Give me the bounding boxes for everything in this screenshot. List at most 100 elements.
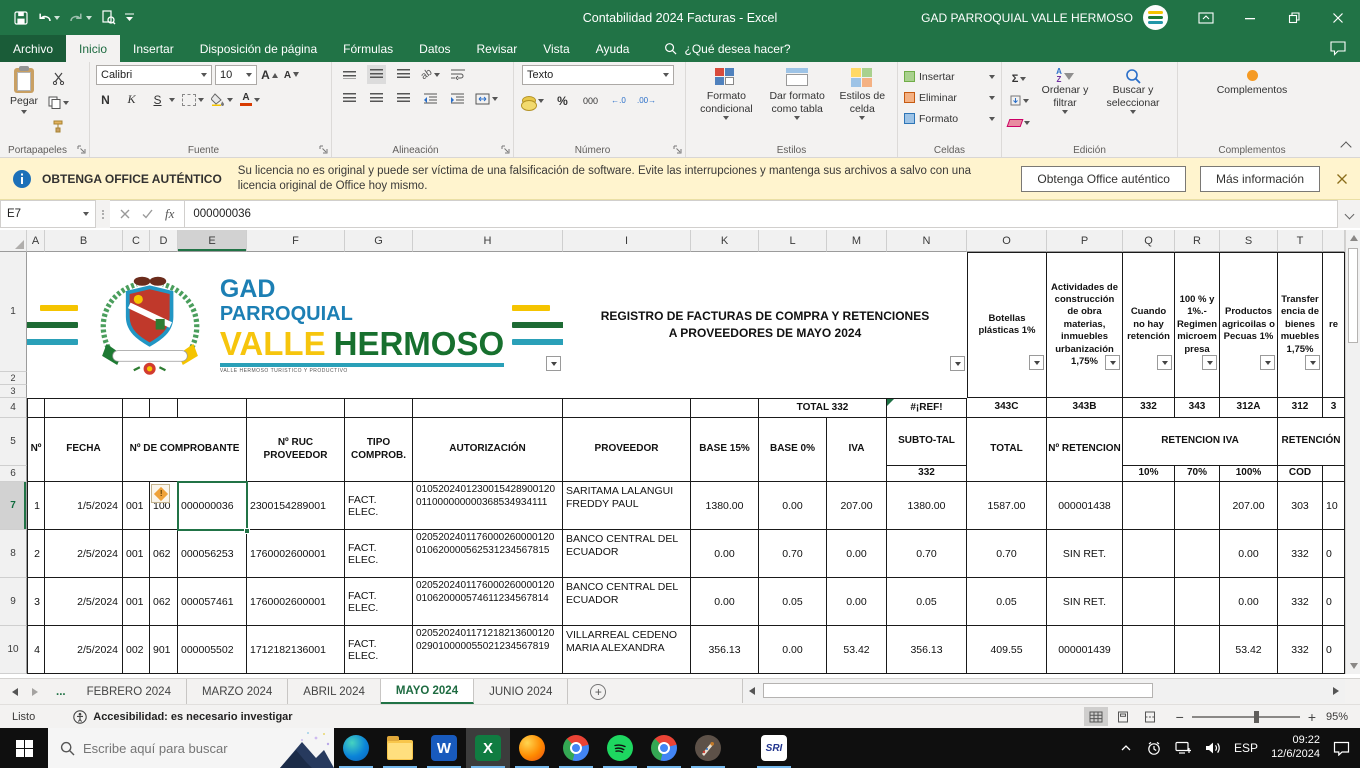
new-sheet-button[interactable]: + [590, 683, 607, 700]
cell[interactable] [1123, 626, 1175, 674]
tab-datos[interactable]: Datos [406, 35, 463, 62]
cell[interactable]: 10 [1323, 482, 1345, 530]
cell[interactable]: 1760002600001 [247, 530, 345, 578]
tab-archivo[interactable]: Archivo [0, 35, 67, 62]
col-header-E[interactable]: E [178, 230, 247, 252]
customize-quick-access-icon[interactable] [125, 13, 134, 22]
notifications-icon[interactable] [1333, 741, 1350, 756]
col-header-T[interactable]: T [1278, 230, 1323, 252]
col-header-K[interactable]: K [691, 230, 759, 252]
conditional-formatting-button[interactable]: Formato condicional [692, 66, 761, 122]
cell[interactable]: 0205202401171218213600120029010000055021… [413, 626, 563, 674]
cell[interactable]: 000001439 [1047, 626, 1123, 674]
col-header-S[interactable]: S [1220, 230, 1278, 252]
align-left-icon[interactable] [340, 89, 359, 108]
taskbar-app-edge[interactable] [334, 728, 378, 768]
cell[interactable]: BANCO CENTRAL DEL ECUADOR [563, 530, 691, 578]
row-header-3[interactable]: 3 [0, 385, 27, 398]
cell[interactable]: 4 [27, 626, 45, 674]
expand-formula-bar-icon[interactable] [1338, 200, 1360, 228]
cell-code[interactable]: 312 [1278, 398, 1323, 418]
cell[interactable]: 0.70 [759, 530, 827, 578]
row-header-4[interactable]: 4 [0, 398, 27, 418]
header-iva[interactable]: IVA [827, 418, 887, 482]
format-painter-icon[interactable] [48, 117, 69, 136]
cell[interactable]: 1/5/2024 [45, 482, 123, 530]
cancel-entry-icon[interactable] [120, 209, 130, 219]
cell[interactable]: 0.70 [887, 530, 967, 578]
sheet-tab-junio[interactable]: JUNIO 2024 [474, 679, 569, 704]
number-dialog-launcher[interactable] [673, 145, 682, 154]
cell[interactable]: 1380.00 [691, 482, 759, 530]
col-header-Q[interactable]: Q [1123, 230, 1175, 252]
percent-style-button[interactable]: % [553, 91, 572, 110]
cell[interactable]: 0.00 [1220, 578, 1278, 626]
cell[interactable] [1175, 482, 1220, 530]
print-preview-icon[interactable] [101, 10, 116, 25]
row-header-5[interactable]: 5 [0, 418, 27, 466]
cell[interactable]: 000001438 [1047, 482, 1123, 530]
cell-total-332[interactable]: TOTAL 332 [759, 398, 887, 418]
header-fecha[interactable]: FECHA [45, 418, 123, 482]
account-name[interactable]: GAD PARROQUIAL VALLE HERMOSO [921, 11, 1133, 25]
col-header-C[interactable]: C [123, 230, 150, 252]
sheet-overflow-indicator[interactable]: ... [50, 679, 72, 704]
cell[interactable]: 332 [1278, 626, 1323, 674]
cell[interactable]: 2 [27, 530, 45, 578]
grow-font-button[interactable]: A [260, 66, 279, 85]
report-title-cell[interactable]: REGISTRO DE FACTURAS DE COMPRA Y RETENCI… [563, 252, 967, 398]
page-break-view-icon[interactable] [1138, 707, 1162, 726]
insert-function-icon[interactable]: fx [165, 206, 174, 222]
row-header-7[interactable]: 7 [0, 482, 27, 530]
header-cod[interactable]: COD [1278, 466, 1323, 482]
header-total[interactable]: TOTAL [967, 418, 1047, 482]
taskbar-app-spotify[interactable] [598, 728, 642, 768]
italic-button[interactable]: K [122, 90, 141, 109]
zoom-in-icon[interactable]: + [1308, 710, 1316, 724]
sort-filter-button[interactable]: AZ Ordenar y filtrar [1034, 66, 1096, 132]
bold-button[interactable]: N [96, 90, 115, 109]
col-header-F[interactable]: F [247, 230, 345, 252]
header-base0[interactable]: BASE 0% [759, 418, 827, 482]
vertical-scrollbar-thumb[interactable] [1348, 248, 1358, 343]
header-proveedor[interactable]: PROVEEDOR [563, 418, 691, 482]
increase-decimal-icon[interactable]: ←.0 [609, 91, 628, 110]
cell[interactable]: 062 [150, 578, 178, 626]
tab-revisar[interactable]: Revisar [464, 35, 531, 62]
number-format-select[interactable]: Texto [522, 65, 674, 85]
taskbar-app-paint[interactable] [686, 728, 730, 768]
tab-vista[interactable]: Vista [530, 35, 582, 62]
cell[interactable]: 0.05 [967, 578, 1047, 626]
normal-view-icon[interactable] [1083, 707, 1108, 726]
name-box[interactable]: E7 [0, 200, 96, 228]
cell-code[interactable]: 332 [1123, 398, 1175, 418]
format-cells-button[interactable]: Formato [904, 109, 995, 128]
filter-icon[interactable] [1029, 355, 1044, 370]
col-header-L[interactable]: L [759, 230, 827, 252]
more-info-button[interactable]: Más información [1199, 165, 1320, 192]
restore-button[interactable] [1272, 0, 1316, 35]
filter-icon[interactable] [1105, 355, 1120, 370]
cell-code[interactable]: 3 [1323, 398, 1345, 418]
col-header-B[interactable]: B [45, 230, 123, 252]
cell[interactable]: 2/5/2024 [45, 530, 123, 578]
header-partial[interactable]: re [1323, 252, 1345, 398]
prev-sheet-icon[interactable] [12, 687, 18, 696]
tab-formulas[interactable]: Fórmulas [330, 35, 406, 62]
format-as-table-button[interactable]: Dar formato como tabla [763, 66, 832, 122]
scroll-down-icon[interactable] [1350, 663, 1358, 669]
taskbar-search[interactable] [48, 728, 334, 768]
cell[interactable]: VILLARREAL CEDENO MARIA ALEXANDRA [563, 626, 691, 674]
delete-cells-button[interactable]: Eliminar [904, 88, 995, 107]
cell[interactable]: 000056253 [178, 530, 247, 578]
ribbon-display-options-icon[interactable] [1184, 0, 1228, 35]
close-warning-icon[interactable] [1336, 173, 1348, 185]
cell[interactable] [1175, 626, 1220, 674]
taskbar-app-explorer[interactable] [378, 728, 422, 768]
col-header-R[interactable]: R [1175, 230, 1220, 252]
cell[interactable]: 062 [150, 530, 178, 578]
tray-alarm-icon[interactable] [1146, 741, 1162, 756]
header-tipo[interactable]: TIPO COMPROB. [345, 418, 413, 482]
scroll-up-icon[interactable] [1350, 235, 1358, 241]
row-header-8[interactable]: 8 [0, 530, 27, 578]
